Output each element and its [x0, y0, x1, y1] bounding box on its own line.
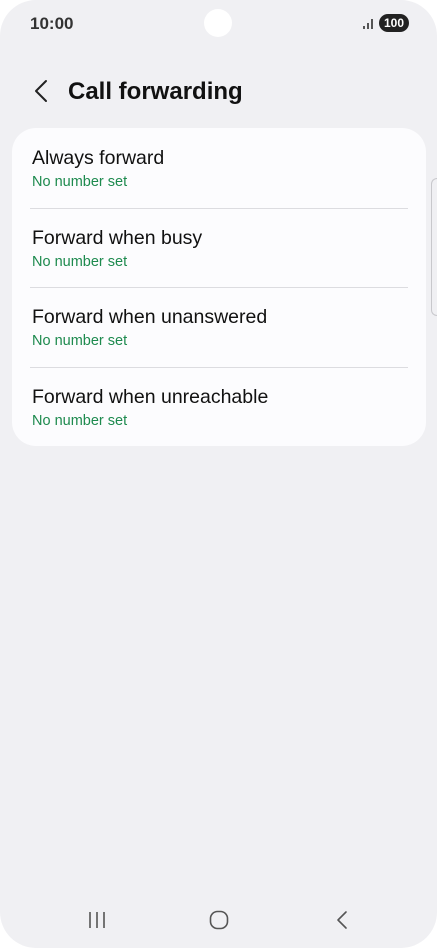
status-time: 10:00	[30, 14, 74, 33]
option-status: No number set	[32, 333, 128, 349]
status-bar: 10:00 100	[0, 0, 437, 46]
option-title: Always forward	[32, 147, 165, 169]
battery-icon: 100	[379, 14, 409, 32]
option-title: Forward when unanswered	[32, 306, 268, 328]
recent-apps-button[interactable]	[77, 908, 117, 936]
option-title: Forward when unreachable	[32, 385, 269, 408]
option-title: Forward when busy	[32, 226, 203, 249]
option-forward-when-unreachable[interactable]: Forward when unreachable No number set	[12, 366, 426, 447]
option-always-forward[interactable]: Always forward No number set	[12, 128, 426, 208]
option-status: No number set	[32, 174, 128, 190]
signal-icon	[362, 16, 376, 30]
recent-apps-icon	[87, 911, 107, 934]
home-button[interactable]	[199, 908, 239, 936]
page-title: Call forwarding	[68, 78, 243, 105]
option-forward-when-unanswered[interactable]: Forward when unanswered No number set	[12, 287, 426, 367]
app-header: Call forwarding	[0, 70, 437, 116]
option-forward-when-busy[interactable]: Forward when busy No number set	[12, 207, 426, 288]
back-icon	[336, 910, 348, 935]
option-status: No number set	[32, 253, 128, 270]
chevron-left-icon	[34, 79, 48, 108]
forwarding-options-card: Always forward No number set Forward whe…	[12, 128, 426, 446]
option-status: No number set	[32, 412, 128, 429]
home-icon	[209, 910, 229, 935]
scroll-indicator[interactable]	[431, 178, 437, 316]
camera-cutout	[204, 9, 232, 37]
nav-back-button[interactable]	[322, 908, 362, 936]
back-button[interactable]	[26, 78, 56, 108]
navigation-bar	[0, 898, 437, 946]
phone-screen: 10:00 100 Call forwarding Always forward…	[0, 0, 437, 948]
